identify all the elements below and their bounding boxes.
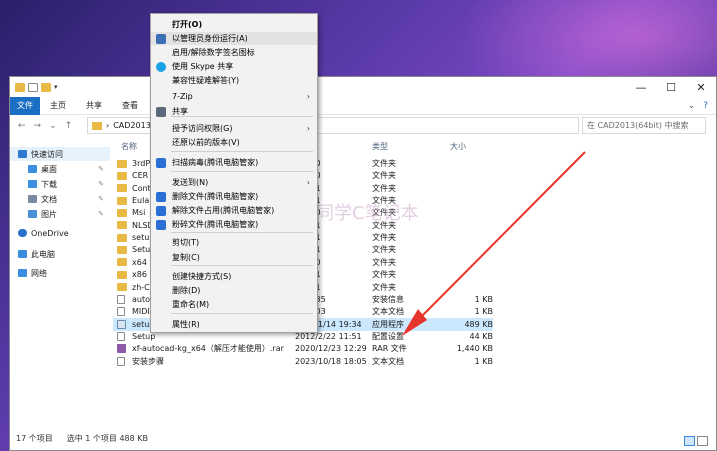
menu-item-label: 创建快捷方式(S)	[172, 272, 232, 281]
menu-item-label: 还原以前的版本(V)	[172, 138, 240, 147]
context-menu-item[interactable]: 剪切(T)	[151, 236, 317, 249]
context-menu-item[interactable]: 打开(O)	[151, 18, 317, 31]
delete-file-icon	[156, 191, 166, 202]
menu-item-label: 打开(O)	[172, 20, 203, 29]
chevron-right-icon: ›	[306, 92, 310, 101]
context-menu-item[interactable]: 兼容性疑难解答(Y)	[151, 74, 317, 87]
menu-item-label: 扫描病毒(腾讯电脑管家)	[172, 158, 259, 167]
menu-item-label: 剪切(T)	[172, 238, 200, 247]
context-menu-item[interactable]: 7-Zip ›	[151, 90, 317, 103]
context-menu: 打开(O) 以管理员身份运行(A) 启用/解除数字签名图标 使用 Skype 共享 兼容…	[150, 13, 318, 333]
menu-separator	[171, 171, 313, 172]
arrow-head	[402, 309, 427, 336]
context-menu-item[interactable]: 删除文件(腾讯电脑管家)	[151, 190, 317, 203]
menu-item-label: 以管理员身份运行(A)	[172, 34, 248, 43]
menu-item-label: 复制(C)	[172, 253, 200, 262]
menu-item-label: 粉碎文件(腾讯电脑管家)	[172, 220, 259, 229]
context-menu-item[interactable]: 授予访问权限(G) ›	[151, 122, 317, 135]
menu-item-label: 属性(R)	[172, 320, 200, 329]
shred-file-icon	[156, 219, 166, 230]
menu-separator	[171, 313, 313, 314]
menu-item-label: 启用/解除数字签名图标	[172, 48, 255, 57]
shield-icon	[156, 33, 166, 44]
context-menu-item[interactable]: 属性(R)	[151, 318, 317, 331]
menu-item-label: 兼容性疑难解答(Y)	[172, 76, 240, 85]
share-icon	[156, 106, 166, 117]
menu-item-label: 授予访问权限(G)	[172, 124, 233, 133]
menu-item-label: 解除文件占用(腾讯电脑管家)	[172, 206, 275, 215]
context-menu-item[interactable]: 重命名(M)	[151, 298, 317, 311]
menu-separator	[171, 151, 313, 152]
context-menu-item[interactable]: 还原以前的版本(V)	[151, 136, 317, 149]
context-menu-item[interactable]: 解除文件占用(腾讯电脑管家)	[151, 204, 317, 217]
chevron-right-icon: ›	[306, 178, 310, 187]
unlock-file-icon	[156, 205, 166, 216]
antivirus-icon	[156, 157, 166, 168]
menu-separator	[171, 265, 313, 266]
menu-item-label: 使用 Skype 共享	[172, 62, 234, 71]
context-menu-item[interactable]: 启用/解除数字签名图标	[151, 46, 317, 59]
context-menu-item[interactable]: 删除(D)	[151, 284, 317, 297]
context-menu-item[interactable]: 复制(C)	[151, 251, 317, 264]
menu-item-label: 7-Zip	[172, 92, 193, 101]
skype-icon	[156, 61, 166, 72]
menu-separator	[171, 232, 313, 233]
menu-item-label: 发送到(N)	[172, 178, 209, 187]
context-menu-item[interactable]: 以管理员身份运行(A)	[151, 32, 317, 45]
menu-item-label: 删除(D)	[172, 286, 201, 295]
context-menu-item[interactable]: 粉碎文件(腾讯电脑管家)	[151, 218, 317, 231]
context-menu-item[interactable]: 发送到(N) ›	[151, 176, 317, 189]
chevron-right-icon: ›	[306, 124, 310, 133]
context-menu-item[interactable]: 使用 Skype 共享	[151, 60, 317, 73]
menu-item-label: 删除文件(腾讯电脑管家)	[172, 192, 259, 201]
annotation-arrow	[402, 151, 586, 336]
context-menu-item[interactable]: 共享	[151, 105, 317, 118]
menu-item-label: 重命名(M)	[172, 300, 210, 309]
context-menu-item[interactable]: 扫描病毒(腾讯电脑管家)	[151, 156, 317, 169]
arrow-shaft	[419, 151, 586, 319]
context-menu-item[interactable]: 创建快捷方式(S)	[151, 270, 317, 283]
menu-item-label: 共享	[172, 107, 188, 116]
